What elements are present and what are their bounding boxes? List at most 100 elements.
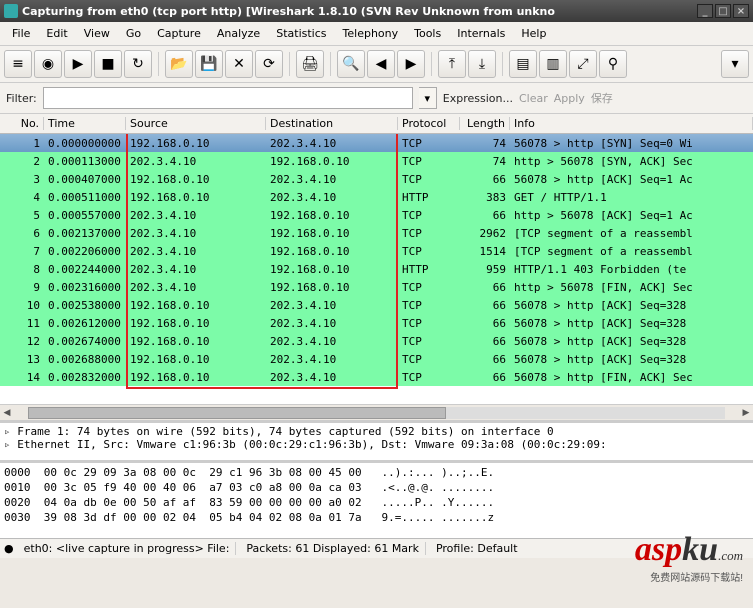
cell-proto: TCP	[398, 137, 460, 150]
cell-info: [TCP segment of a reassembl	[510, 227, 753, 240]
menu-internals[interactable]: Internals	[449, 24, 513, 43]
filter-input[interactable]	[43, 87, 413, 109]
app-icon	[4, 4, 18, 18]
goto-last-button[interactable]: ⤓	[468, 50, 496, 78]
filter-bar: Filter: ▾ Expression... Clear Apply 保存	[0, 83, 753, 114]
close-button[interactable]: ×	[733, 4, 749, 18]
cell-dst: 192.168.0.10	[266, 209, 398, 222]
capture-start-button[interactable]: ▶	[64, 50, 92, 78]
minimize-button[interactable]: _	[697, 4, 713, 18]
status-bullet-icon: ●	[4, 542, 14, 555]
cell-dst: 192.168.0.10	[266, 281, 398, 294]
menu-tools[interactable]: Tools	[406, 24, 449, 43]
apply-button[interactable]: Apply	[554, 92, 585, 105]
col-protocol[interactable]: Protocol	[398, 117, 460, 130]
open-icon: 📂	[170, 56, 187, 72]
close-button[interactable]: ✕	[225, 50, 253, 78]
packet-row[interactable]: 120.002674000192.168.0.10202.3.4.10TCP66…	[0, 332, 753, 350]
find-button[interactable]: 🔍	[337, 50, 365, 78]
cell-proto: TCP	[398, 209, 460, 222]
menu-analyze[interactable]: Analyze	[209, 24, 268, 43]
scroll-track[interactable]	[28, 407, 725, 419]
packet-row[interactable]: 60.002137000202.3.4.10192.168.0.10TCP296…	[0, 224, 753, 242]
packet-row[interactable]: 70.002206000202.3.4.10192.168.0.10TCP151…	[0, 242, 753, 260]
goto-last-icon: ⤓	[479, 56, 485, 72]
cell-no: 11	[0, 317, 44, 330]
menu-help[interactable]: Help	[513, 24, 554, 43]
packet-row[interactable]: 130.002688000192.168.0.10202.3.4.10TCP66…	[0, 350, 753, 368]
packet-details[interactable]: Frame 1: 74 bytes on wire (592 bits), 74…	[0, 420, 753, 460]
packet-row[interactable]: 110.002612000192.168.0.10202.3.4.10TCP66…	[0, 314, 753, 332]
menu-capture[interactable]: Capture	[149, 24, 209, 43]
col-length[interactable]: Length	[460, 117, 510, 130]
device-icon: ◉	[42, 56, 54, 72]
scroll-right-icon[interactable]: ▶	[739, 406, 753, 420]
cell-len: 66	[460, 371, 510, 384]
scroll-thumb[interactable]	[28, 407, 446, 419]
colorize-button[interactable]: ▤	[509, 50, 537, 78]
scroll-left-icon[interactable]: ◀	[0, 406, 14, 420]
device-list-button[interactable]: ≡	[4, 50, 32, 78]
prev-button[interactable]: ◀	[367, 50, 395, 78]
packet-row[interactable]: 30.000407000192.168.0.10202.3.4.10TCP665…	[0, 170, 753, 188]
detail-frame[interactable]: Frame 1: 74 bytes on wire (592 bits), 74…	[4, 425, 749, 438]
capture-stop-button[interactable]: ■	[94, 50, 122, 78]
cell-time: 0.002137000	[44, 227, 126, 240]
cell-proto: HTTP	[398, 263, 460, 276]
col-no[interactable]: No.	[0, 117, 44, 130]
cell-src: 202.3.4.10	[126, 245, 266, 258]
auto-scroll-button[interactable]: ▥	[539, 50, 567, 78]
col-source[interactable]: Source	[126, 117, 266, 130]
menu-edit[interactable]: Edit	[38, 24, 75, 43]
expression-link[interactable]: Expression...	[443, 92, 513, 105]
zoom-button[interactable]: ⚲	[599, 50, 627, 78]
col-destination[interactable]: Destination	[266, 117, 398, 130]
save-button[interactable]: 保存	[591, 90, 613, 106]
cell-time: 0.002244000	[44, 263, 126, 276]
device-button[interactable]: ◉	[34, 50, 62, 78]
cell-src: 202.3.4.10	[126, 209, 266, 222]
col-time[interactable]: Time	[44, 117, 126, 130]
menu-statistics[interactable]: Statistics	[268, 24, 334, 43]
packet-row[interactable]: 80.002244000202.3.4.10192.168.0.10HTTP95…	[0, 260, 753, 278]
cell-len: 959	[460, 263, 510, 276]
menu-view[interactable]: View	[76, 24, 118, 43]
menu-telephony[interactable]: Telephony	[335, 24, 407, 43]
save-button[interactable]: 💾	[195, 50, 223, 78]
h-scrollbar[interactable]: ◀ ▶	[0, 404, 753, 420]
packet-row[interactable]: 40.000511000192.168.0.10202.3.4.10HTTP38…	[0, 188, 753, 206]
refresh-button[interactable]: ⟳	[255, 50, 283, 78]
packet-row[interactable]: 10.000000000192.168.0.10202.3.4.10TCP745…	[0, 134, 753, 152]
close-icon: ✕	[233, 56, 245, 72]
packet-row[interactable]: 20.000113000202.3.4.10192.168.0.10TCP74h…	[0, 152, 753, 170]
cell-dst: 202.3.4.10	[266, 317, 398, 330]
maximize-button[interactable]: □	[715, 4, 731, 18]
save-icon: 💾	[200, 56, 217, 72]
goto-first-button[interactable]: ⤒	[438, 50, 466, 78]
toolbar-overflow[interactable]: ▾	[721, 50, 749, 78]
cell-info: GET / HTTP/1.1	[510, 191, 753, 204]
packet-row[interactable]: 100.002538000192.168.0.10202.3.4.10TCP66…	[0, 296, 753, 314]
resize-button[interactable]: ⤢	[569, 50, 597, 78]
packet-row[interactable]: 50.000557000202.3.4.10192.168.0.10TCP66h…	[0, 206, 753, 224]
cell-src: 192.168.0.10	[126, 371, 266, 384]
packet-row[interactable]: 140.002832000192.168.0.10202.3.4.10TCP66…	[0, 368, 753, 386]
next-button[interactable]: ▶	[397, 50, 425, 78]
cell-dst: 202.3.4.10	[266, 191, 398, 204]
capture-restart-button[interactable]: ↻	[124, 50, 152, 78]
packet-bytes[interactable]: 0000 00 0c 29 09 3a 08 00 0c 29 c1 96 3b…	[0, 460, 753, 538]
cell-info: 56078 > http [ACK] Seq=328	[510, 317, 753, 330]
filter-dropdown[interactable]: ▾	[419, 87, 437, 109]
clear-button[interactable]: Clear	[519, 92, 548, 105]
cell-info: HTTP/1.1 403 Forbidden (te	[510, 263, 753, 276]
open-button[interactable]: 📂	[165, 50, 193, 78]
packet-row[interactable]: 90.002316000202.3.4.10192.168.0.10TCP66h…	[0, 278, 753, 296]
packet-list[interactable]: 10.000000000192.168.0.10202.3.4.10TCP745…	[0, 134, 753, 404]
cell-len: 383	[460, 191, 510, 204]
col-info[interactable]: Info	[510, 117, 753, 130]
cell-time: 0.000407000	[44, 173, 126, 186]
detail-ethernet[interactable]: Ethernet II, Src: Vmware c1:96:3b (00:0c…	[4, 438, 749, 451]
menu-file[interactable]: File	[4, 24, 38, 43]
print-button[interactable]: 🖨	[296, 50, 324, 78]
menu-go[interactable]: Go	[118, 24, 149, 43]
